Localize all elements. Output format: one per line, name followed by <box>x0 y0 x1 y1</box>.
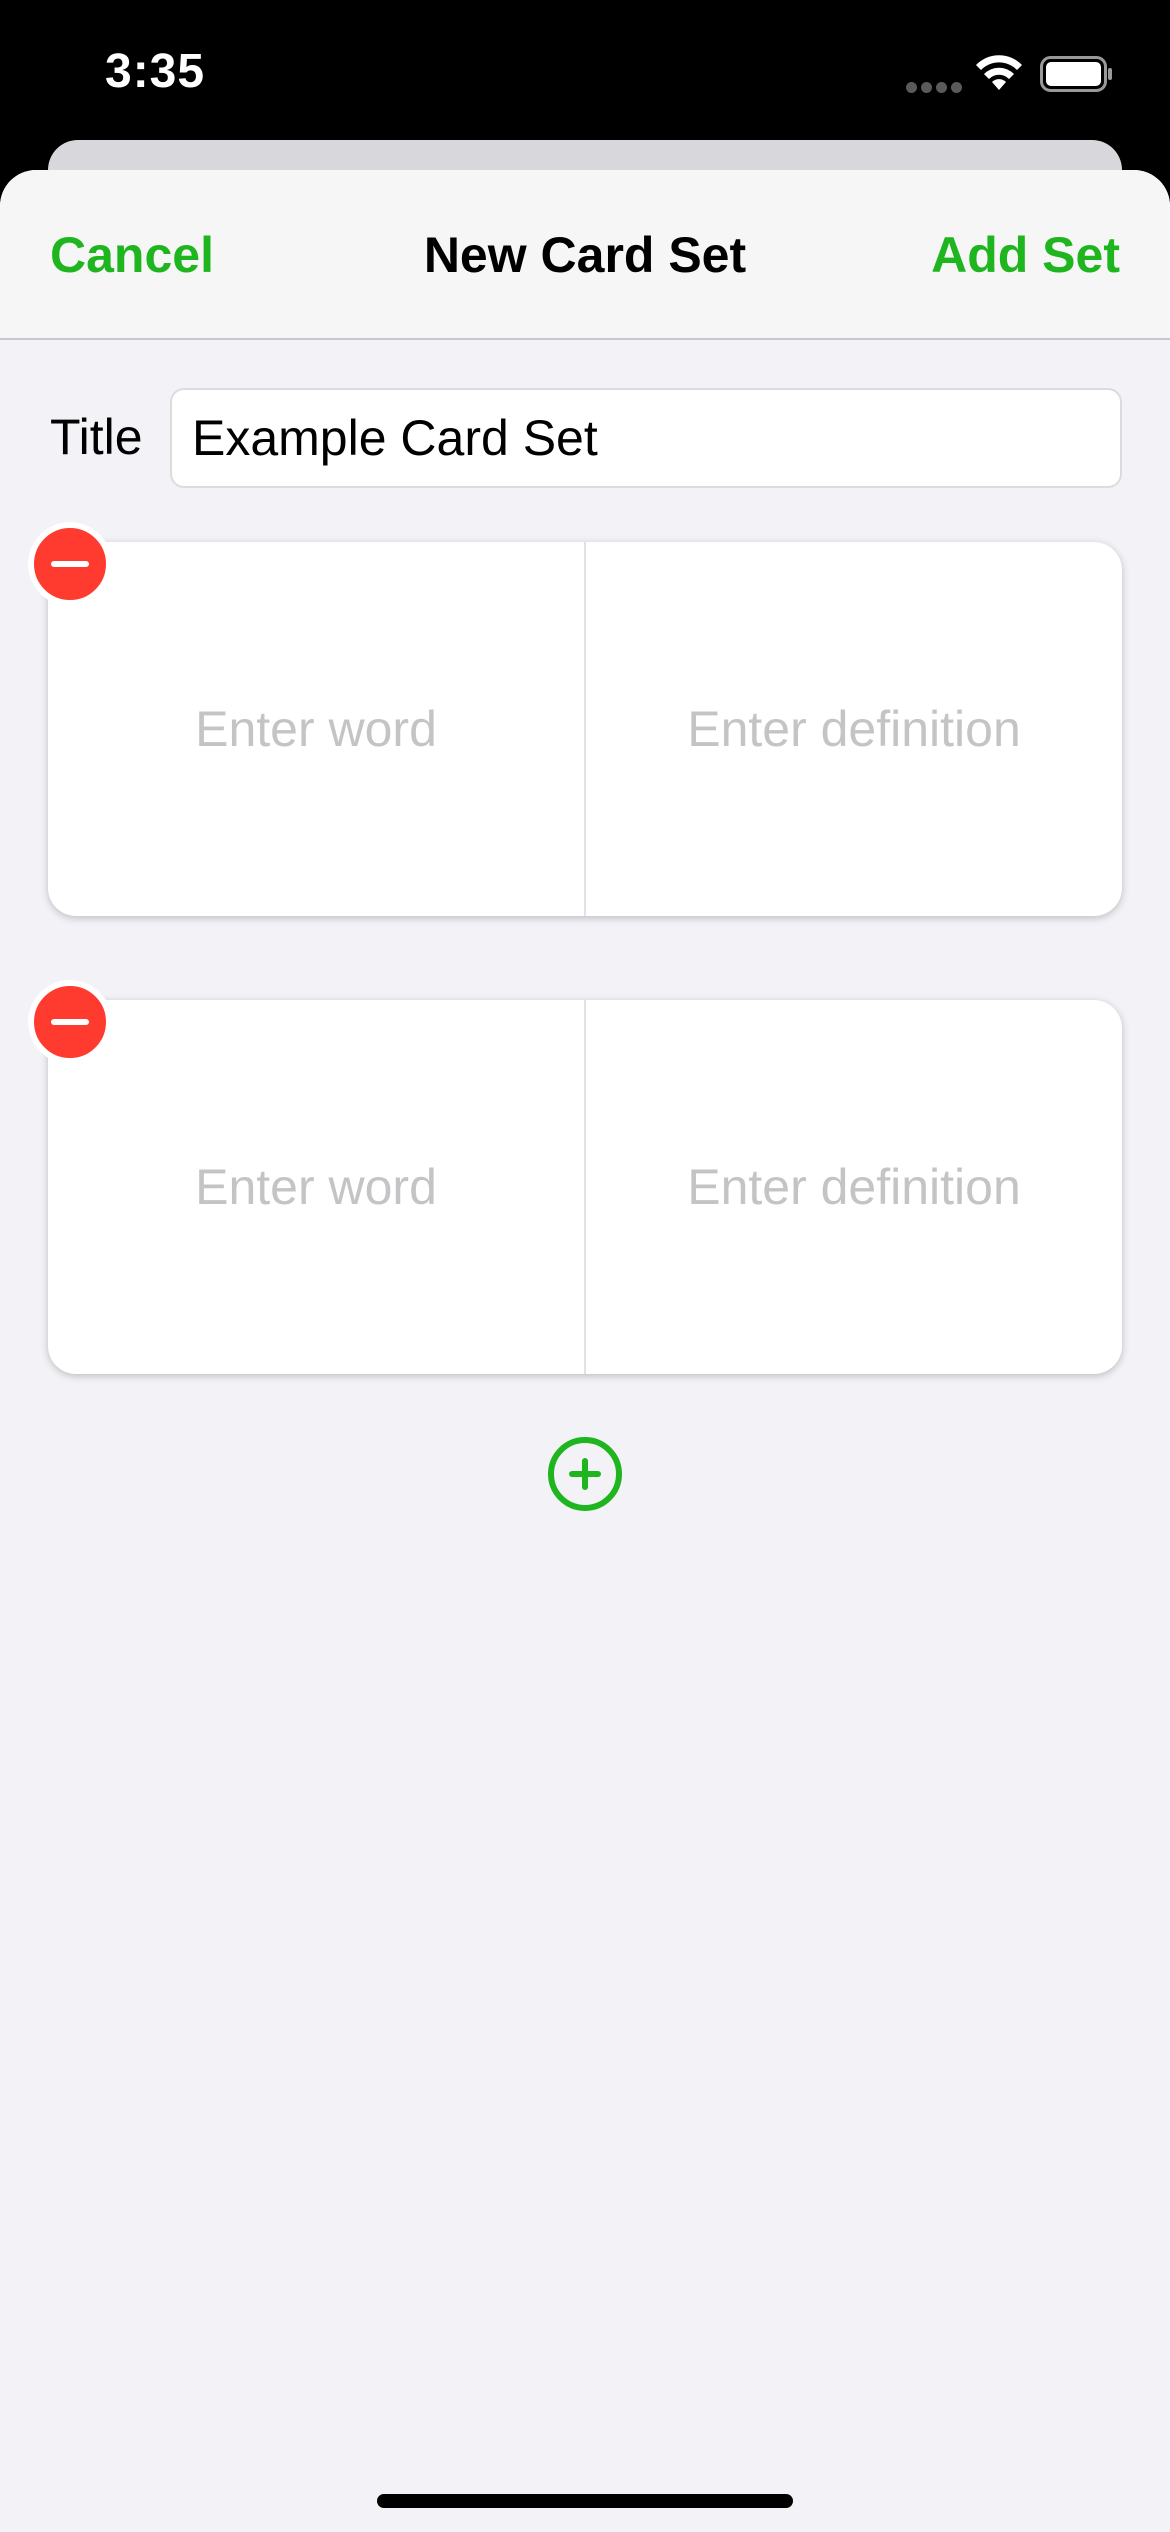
word-cell <box>48 541 584 917</box>
status-time: 3:35 <box>105 45 206 98</box>
word-input[interactable] <box>48 541 584 917</box>
remove-card-button[interactable] <box>28 980 112 1064</box>
remove-card-button[interactable] <box>28 522 112 606</box>
battery-icon <box>1040 56 1112 92</box>
definition-input[interactable] <box>586 541 1122 917</box>
wifi-icon <box>976 55 1022 90</box>
signal-dots-icon <box>906 82 962 94</box>
new-card-set-sheet: Cancel New Card Set Add Set Title <box>0 170 1170 2532</box>
definition-input[interactable] <box>586 999 1122 1375</box>
word-cell <box>48 999 584 1375</box>
status-bar: 3:35 <box>0 0 1170 140</box>
card-item <box>28 980 1122 1375</box>
title-input[interactable] <box>170 388 1122 488</box>
definition-cell <box>586 999 1122 1375</box>
screen: 3:35 Cancel New Card Set Add Set Title <box>0 0 1170 2532</box>
word-input[interactable] <box>48 999 584 1375</box>
definition-cell <box>586 541 1122 917</box>
navigation-bar: Cancel New Card Set Add Set <box>0 170 1170 340</box>
add-card-button[interactable] <box>547 1436 623 1512</box>
card-item <box>28 522 1122 917</box>
minus-icon <box>51 561 89 567</box>
minus-icon <box>51 1019 89 1025</box>
add-set-button[interactable]: Add Set <box>931 226 1120 284</box>
home-indicator <box>377 2494 793 2508</box>
title-label: Title <box>50 409 143 465</box>
